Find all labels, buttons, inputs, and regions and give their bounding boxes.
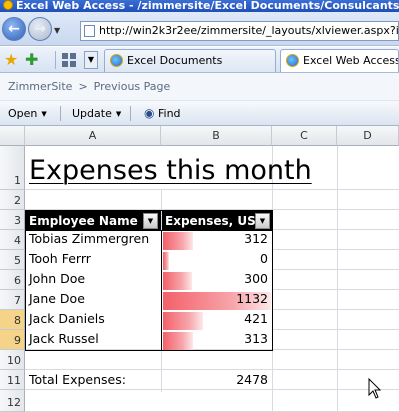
ie-page-icon bbox=[110, 54, 123, 67]
expense-value-cell[interactable]: 313 bbox=[162, 331, 272, 351]
gridline bbox=[272, 329, 399, 330]
page-icon bbox=[84, 25, 95, 37]
gridline bbox=[272, 249, 399, 250]
spreadsheet-grid: A B C D 1 2 3 4 5 6 7 8 9 10 11 12 Expen… bbox=[0, 126, 399, 412]
navigation-bar: ← → ▼ http://win2k3r2ee/zimmersite/_layo… bbox=[0, 12, 399, 46]
column-header-b[interactable]: B bbox=[161, 126, 272, 146]
gridline bbox=[25, 369, 399, 370]
update-menu-button[interactable]: Update ▼ bbox=[72, 101, 121, 126]
row-header[interactable]: 4 bbox=[0, 230, 25, 250]
total-label-cell[interactable]: Total Expenses: bbox=[26, 372, 161, 392]
quick-tabs-icon[interactable] bbox=[62, 53, 76, 67]
row-header[interactable]: 5 bbox=[0, 250, 25, 270]
excel-toolbar: Open ▼ Update ▼ ◉ Find bbox=[0, 101, 399, 126]
employee-name-cell[interactable]: John Doe bbox=[26, 271, 161, 291]
mouse-cursor-icon bbox=[368, 378, 382, 399]
column-header-c[interactable]: C bbox=[272, 126, 337, 146]
expense-value-cell[interactable]: 300 bbox=[162, 271, 272, 291]
row-header[interactable]: 3 bbox=[0, 210, 25, 230]
gridline bbox=[337, 146, 338, 412]
internet-explorer-icon bbox=[3, 0, 13, 10]
window-title: Excel Web Access - /zimmersite/Excel Doc… bbox=[16, 0, 399, 12]
row-header[interactable]: 11 bbox=[0, 370, 25, 390]
back-arrow-icon: ← bbox=[8, 21, 20, 37]
expense-value-cell[interactable]: 421 bbox=[162, 311, 272, 331]
forward-button[interactable]: → bbox=[28, 17, 52, 41]
row-header[interactable]: 10 bbox=[0, 350, 25, 370]
forward-arrow-icon: → bbox=[34, 21, 46, 37]
tab-label: Excel Documents bbox=[127, 54, 223, 67]
sheet-title[interactable]: Expenses this month bbox=[29, 154, 312, 188]
header-employee-label: Employee Name bbox=[29, 214, 138, 228]
chevron-down-icon: ▼ bbox=[115, 110, 122, 118]
address-text: http://win2k3r2ee/zimmersite/_layouts/xl… bbox=[99, 24, 399, 37]
header-expenses[interactable]: Expenses, USD ▼ bbox=[162, 211, 272, 231]
breadcrumb: ZimmerSite > Previous Page bbox=[0, 73, 399, 101]
toolbar-divider bbox=[130, 106, 131, 121]
employee-name-cell[interactable]: Tooh Ferrr bbox=[26, 251, 161, 271]
row-header[interactable]: 1 bbox=[0, 146, 25, 190]
employee-name-cell[interactable]: Jane Doe bbox=[26, 291, 161, 311]
add-favorites-icon[interactable]: ✚ bbox=[25, 50, 38, 69]
breadcrumb-site-link[interactable]: ZimmerSite bbox=[8, 80, 72, 93]
employee-name-cell[interactable]: Jack Russel bbox=[26, 331, 161, 351]
breadcrumb-previous-page-link[interactable]: Previous Page bbox=[94, 80, 171, 93]
binoculars-icon: ◉ bbox=[144, 106, 155, 120]
address-bar[interactable]: http://win2k3r2ee/zimmersite/_layouts/xl… bbox=[80, 21, 399, 41]
select-all-corner[interactable] bbox=[0, 126, 25, 146]
employee-name-cell[interactable]: Jack Daniels bbox=[26, 311, 161, 331]
header-expenses-label: Expenses, USD bbox=[165, 214, 266, 228]
open-menu-button[interactable]: Open ▼ bbox=[8, 101, 47, 126]
tab-bar: ★ ✚ ▼ Excel Documents Excel Web Access bbox=[0, 47, 399, 73]
gridline bbox=[272, 269, 399, 270]
expense-value-cell[interactable]: 0 bbox=[162, 251, 272, 271]
total-value-cell[interactable]: 2478 bbox=[162, 372, 272, 392]
find-label: Find bbox=[158, 107, 181, 120]
expense-value-cell[interactable]: 1132 bbox=[162, 291, 272, 311]
row-header[interactable]: 7 bbox=[0, 290, 25, 310]
breadcrumb-separator: > bbox=[78, 80, 88, 93]
gridline bbox=[25, 209, 399, 210]
employee-name-cell[interactable]: Tobias Zimmergren bbox=[26, 231, 161, 251]
find-button[interactable]: ◉ Find bbox=[144, 101, 181, 126]
update-label: Update bbox=[72, 107, 112, 120]
recent-pages-dropdown-icon[interactable]: ▼ bbox=[54, 26, 60, 35]
row-header-selected[interactable]: 9 bbox=[0, 330, 25, 350]
filter-dropdown-icon[interactable]: ▼ bbox=[143, 213, 158, 229]
favorites-star-icon[interactable]: ★ bbox=[4, 50, 18, 69]
gridline bbox=[272, 309, 399, 310]
filter-dropdown-icon[interactable]: ▼ bbox=[255, 213, 270, 229]
back-button[interactable]: ← bbox=[2, 17, 26, 41]
divider bbox=[55, 51, 56, 69]
row-header[interactable]: 12 bbox=[0, 390, 25, 412]
header-employee-name[interactable]: Employee Name ▼ bbox=[26, 211, 161, 231]
gridline bbox=[272, 229, 399, 230]
window-title-bar: Excel Web Access - /zimmersite/Excel Doc… bbox=[0, 0, 399, 12]
ie-page-icon bbox=[286, 54, 299, 67]
tab-list-dropdown-icon[interactable]: ▼ bbox=[84, 51, 98, 69]
gridline bbox=[25, 189, 399, 190]
tab-excel-web-access[interactable]: Excel Web Access bbox=[280, 49, 399, 72]
open-label: Open bbox=[8, 107, 38, 120]
row-header[interactable]: 2 bbox=[0, 190, 25, 210]
row-header-selected[interactable]: 8 bbox=[0, 310, 25, 330]
expense-value-cell[interactable]: 312 bbox=[162, 231, 272, 251]
gridline bbox=[272, 289, 399, 290]
column-header-a[interactable]: A bbox=[25, 126, 161, 146]
column-header-d[interactable]: D bbox=[337, 126, 399, 146]
tab-excel-documents[interactable]: Excel Documents bbox=[104, 49, 276, 72]
toolbar-divider bbox=[60, 106, 61, 121]
row-header[interactable]: 6 bbox=[0, 270, 25, 290]
tab-label: Excel Web Access bbox=[303, 54, 399, 67]
chevron-down-icon: ▼ bbox=[41, 110, 47, 118]
